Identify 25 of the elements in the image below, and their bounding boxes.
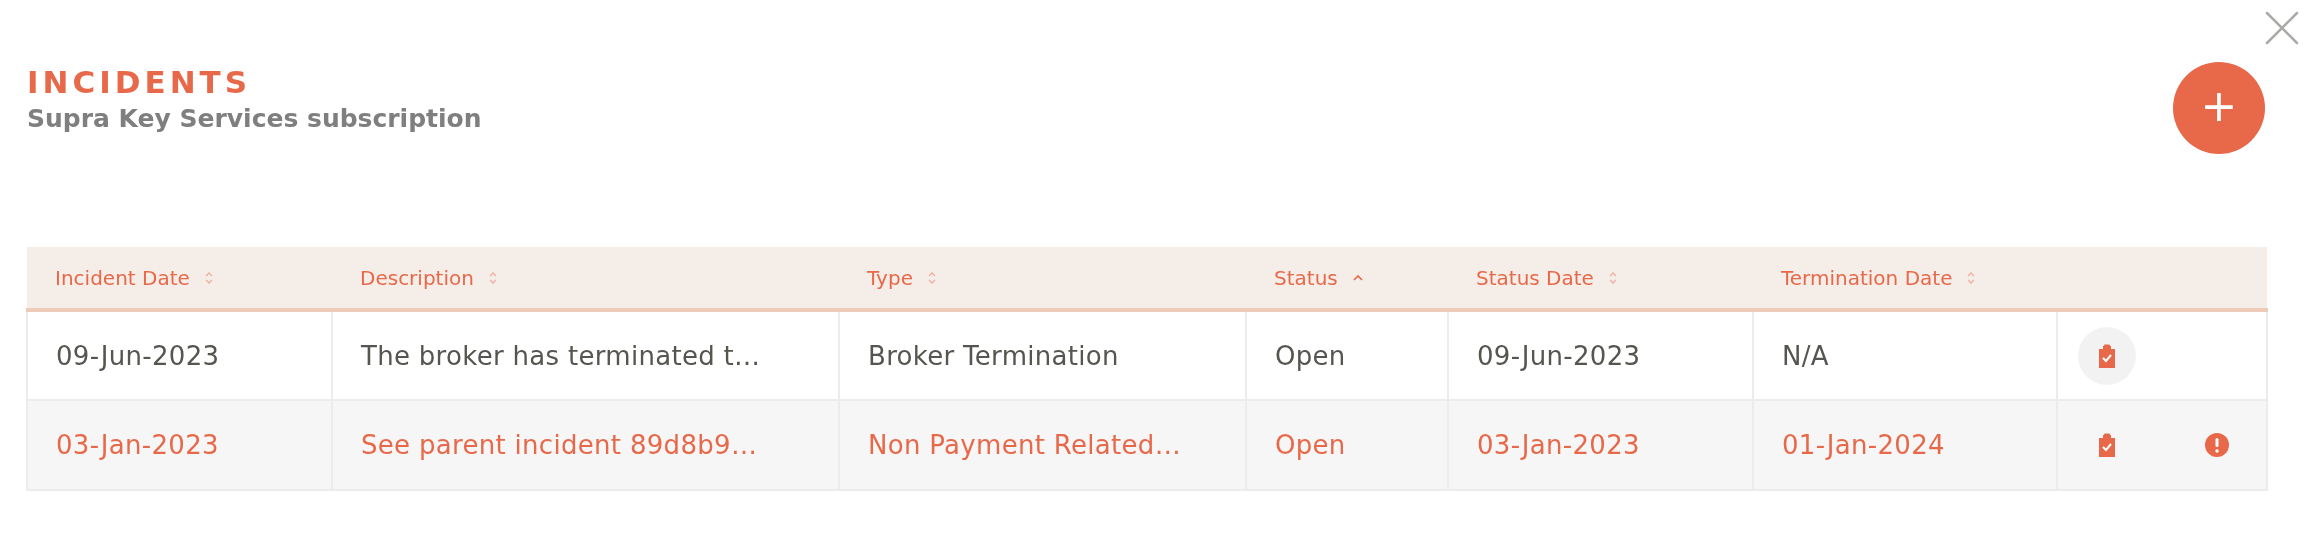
table-cell-text: See parent incident 89d8b9… xyxy=(361,430,758,460)
column-header[interactable]: Status Date xyxy=(1476,265,1594,290)
column-header[interactable]: Status xyxy=(1274,265,1338,290)
table-cell-text: The broker has terminated t… xyxy=(361,340,761,371)
table-cell-text: N/A xyxy=(1782,340,1829,371)
table-cell-text: 01-Jan-2024 xyxy=(1782,430,1945,460)
table-cell-text: 03-Jan-2023 xyxy=(56,430,219,460)
page-subtitle: Supra Key Services subscription xyxy=(27,103,482,135)
table-cell-text: Open xyxy=(1275,430,1346,460)
table-cell-text: 09-Jun-2023 xyxy=(56,340,220,371)
table-cell-text: Broker Termination xyxy=(868,340,1119,371)
clipboard-check-icon xyxy=(2097,433,2117,457)
clipboard-check-icon xyxy=(2097,343,2117,368)
column-header[interactable]: Type xyxy=(867,265,913,290)
column-header[interactable]: Description xyxy=(360,265,474,290)
table-cell-text: Open xyxy=(1275,340,1346,371)
column-header[interactable]: Incident Date xyxy=(55,265,190,290)
alert-icon xyxy=(2205,433,2229,457)
close-icon[interactable] xyxy=(2265,11,2299,45)
page-title: INCIDENTS xyxy=(27,63,253,102)
column-header[interactable]: Termination Date xyxy=(1781,265,1953,290)
table-cell-text: 03-Jan-2023 xyxy=(1477,430,1640,460)
table-cell-text: Non Payment Related… xyxy=(868,430,1181,460)
add-button[interactable]: + xyxy=(2173,62,2265,154)
table-cell-text: 09-Jun-2023 xyxy=(1477,340,1641,371)
